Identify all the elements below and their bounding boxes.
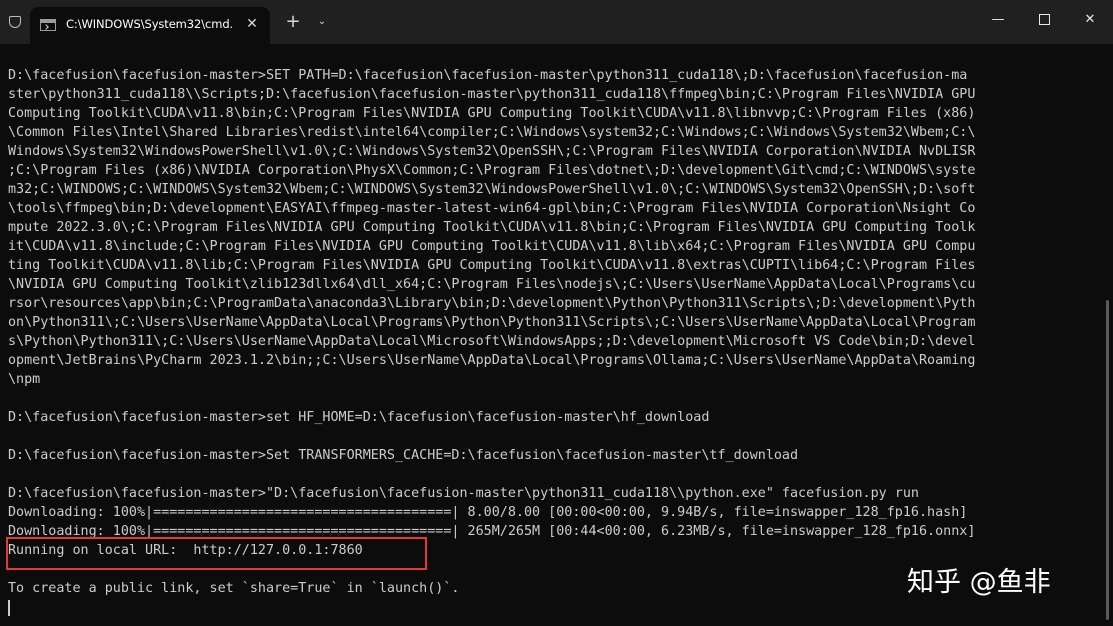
tab-title: C:\WINDOWS\System32\cmd. [66, 17, 234, 31]
terminal-line: D:\facefusion\facefusion-master>set HF_H… [8, 410, 710, 425]
shield-icon [9, 16, 21, 28]
maximize-icon [1038, 14, 1050, 25]
terminal-line: \tools\ffmpeg\bin;D:\development\EASYAI\… [8, 201, 976, 216]
terminal-line: D:\facefusion\facefusion-master>SET PATH… [8, 68, 968, 83]
terminal-line: ster\python311_cuda118\\Scripts;D:\facef… [8, 87, 976, 102]
terminal-line: To create a public link, set `share=True… [8, 581, 460, 596]
terminal-line: D:\facefusion\facefusion-master>Set TRAN… [8, 448, 799, 463]
watermark: 知乎 @鱼非 [907, 567, 1051, 598]
close-button[interactable]: ✕ [1067, 0, 1113, 40]
maximize-button[interactable] [1021, 0, 1067, 40]
tab-close-icon[interactable]: ✕ [240, 12, 264, 36]
tab-cmd[interactable]: C:\WINDOWS\System32\cmd. ✕ [30, 7, 270, 44]
terminal-line: m32;C:\WINDOWS;C:\WINDOWS\System32\Wbem;… [8, 182, 976, 197]
terminal-line: \NVIDIA GPU Computing Toolkit\zlib123dll… [8, 277, 976, 292]
text-cursor [8, 600, 10, 616]
url-highlight-box [6, 537, 427, 570]
terminal-line: \npm [8, 372, 41, 387]
title-bar: C:\WINDOWS\System32\cmd. ✕ + ⌄ — ✕ [0, 0, 1113, 44]
terminal-line: opment\JetBrains\PyCharm 2023.1.2\bin;;C… [8, 353, 976, 368]
terminal-line: rsor\resources\app\bin;C:\ProgramData\an… [8, 296, 976, 311]
minimize-button[interactable]: — [975, 0, 1021, 40]
terminal-line: s\Python\Python311\;C:\Users\UserName\Ap… [8, 334, 976, 349]
new-tab-button[interactable]: + [282, 11, 304, 33]
terminal-line: \Common Files\Intel\Shared Libraries\red… [8, 125, 976, 140]
cmd-icon [40, 19, 56, 31]
terminal-line: Windows\System32\WindowsPowerShell\v1.0\… [8, 144, 976, 159]
terminal-line: Computing Toolkit\CUDA\v11.8\bin;C:\Prog… [8, 106, 976, 121]
terminal-line: it\CUDA\v11.8\include;C:\Program Files\N… [8, 239, 976, 254]
terminal-line: Downloading: 100%|======================… [8, 505, 968, 520]
terminal-line: on\Python311\;C:\Users\UserName\AppData\… [8, 315, 976, 330]
dropdown-chevron-icon[interactable]: ⌄ [312, 11, 332, 33]
scrollbar[interactable] [1106, 300, 1109, 620]
terminal-line: ting Toolkit\CUDA\v11.8\lib;C:\Program F… [8, 258, 976, 273]
terminal-line: ;C:\Program Files (x86)\NVIDIA Corporati… [8, 163, 976, 178]
terminal-line: mpute 2022.3.0\;C:\Program Files\NVIDIA … [8, 220, 976, 235]
terminal-line: D:\facefusion\facefusion-master>"D:\face… [8, 486, 919, 501]
